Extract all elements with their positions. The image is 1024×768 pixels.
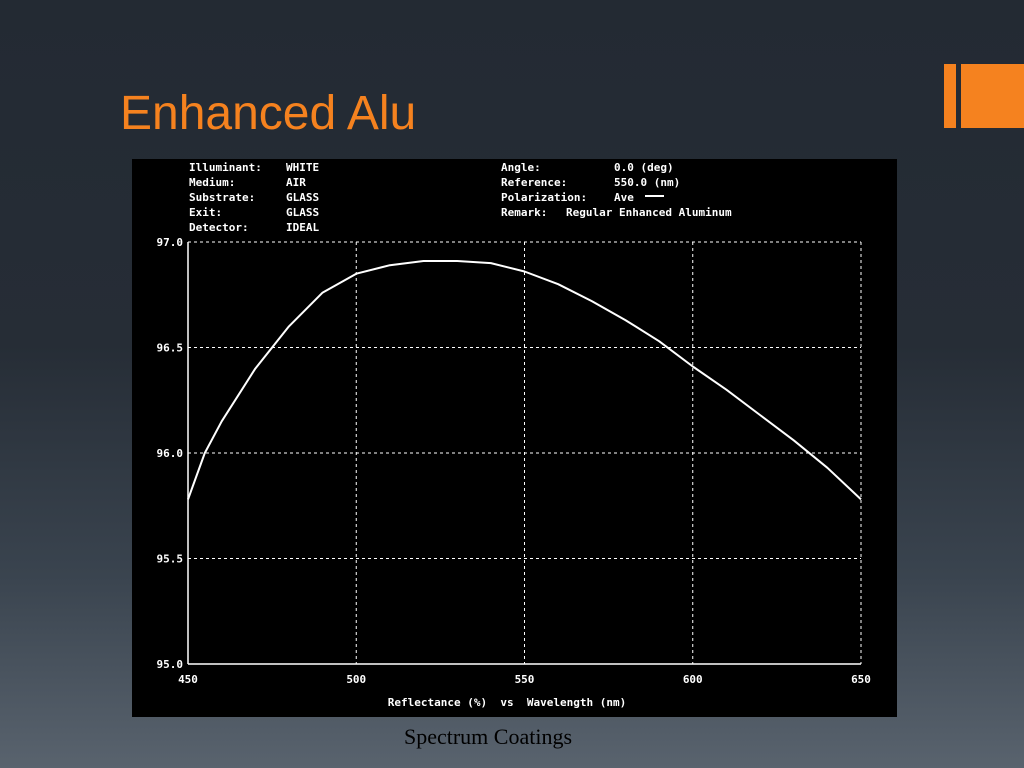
x-tick-label: 600 xyxy=(683,673,703,686)
header-value: GLASS xyxy=(286,206,319,219)
header-value: WHITE xyxy=(286,161,319,174)
header-label: Polarization: xyxy=(501,191,587,204)
y-tick-label: 96.0 xyxy=(157,447,184,460)
x-axis-label: Reflectance (%) vs Wavelength (nm) xyxy=(388,696,626,709)
y-tick-label: 95.5 xyxy=(157,553,184,566)
header-value: AIR xyxy=(286,176,306,189)
x-tick-label: 500 xyxy=(346,673,366,686)
y-tick-label: 96.5 xyxy=(157,342,184,355)
x-tick-label: 450 xyxy=(178,673,198,686)
header-value: Ave xyxy=(614,191,634,204)
chart-panel: Illuminant: WHITE Medium: AIR Substrate: GLAS… xyxy=(132,159,897,717)
x-tick-label: 650 xyxy=(851,673,871,686)
y-tick-label: 95.0 xyxy=(157,658,184,671)
header-label: Substrate: xyxy=(189,191,255,204)
header-value: GLASS xyxy=(286,191,319,204)
header-label: Remark: xyxy=(501,206,547,219)
header-label: Medium: xyxy=(189,176,235,189)
corner-accent-mark xyxy=(944,64,1024,128)
header-left-block: Illuminant: WHITE Medium: AIR Substrate: GLAS… xyxy=(189,161,319,234)
y-tick-label: 97.0 xyxy=(157,236,184,249)
accent-bar-thick xyxy=(961,64,1024,128)
reflectance-chart: Illuminant: WHITE Medium: AIR Substrate: GLAS… xyxy=(157,161,871,709)
slide-caption: Spectrum Coatings xyxy=(403,724,573,749)
accent-bar-thin xyxy=(944,64,956,128)
header-value: IDEAL xyxy=(286,221,319,234)
header-label: Illuminant: xyxy=(189,161,262,174)
header-label: Angle: xyxy=(501,161,541,174)
slide-title: Enhanced Alu xyxy=(120,87,417,140)
chart-tick-labels: 97.0 96.5 96.0 95.5 95.0 450 500 550 600 650 xyxy=(157,236,871,686)
chart-grid xyxy=(187,241,862,665)
x-tick-label: 550 xyxy=(515,673,535,686)
header-label: Reference: xyxy=(501,176,567,189)
header-value: 0.0 (deg) xyxy=(614,161,674,174)
header-value: Regular Enhanced Aluminum xyxy=(566,206,732,219)
header-right-block: Angle: 0.0 (deg) Reference: 550.0 (nm) Polar… xyxy=(501,161,732,219)
header-value: 550.0 (nm) xyxy=(614,176,680,189)
header-label: Exit: xyxy=(189,206,222,219)
header-label: Detector: xyxy=(189,221,249,234)
